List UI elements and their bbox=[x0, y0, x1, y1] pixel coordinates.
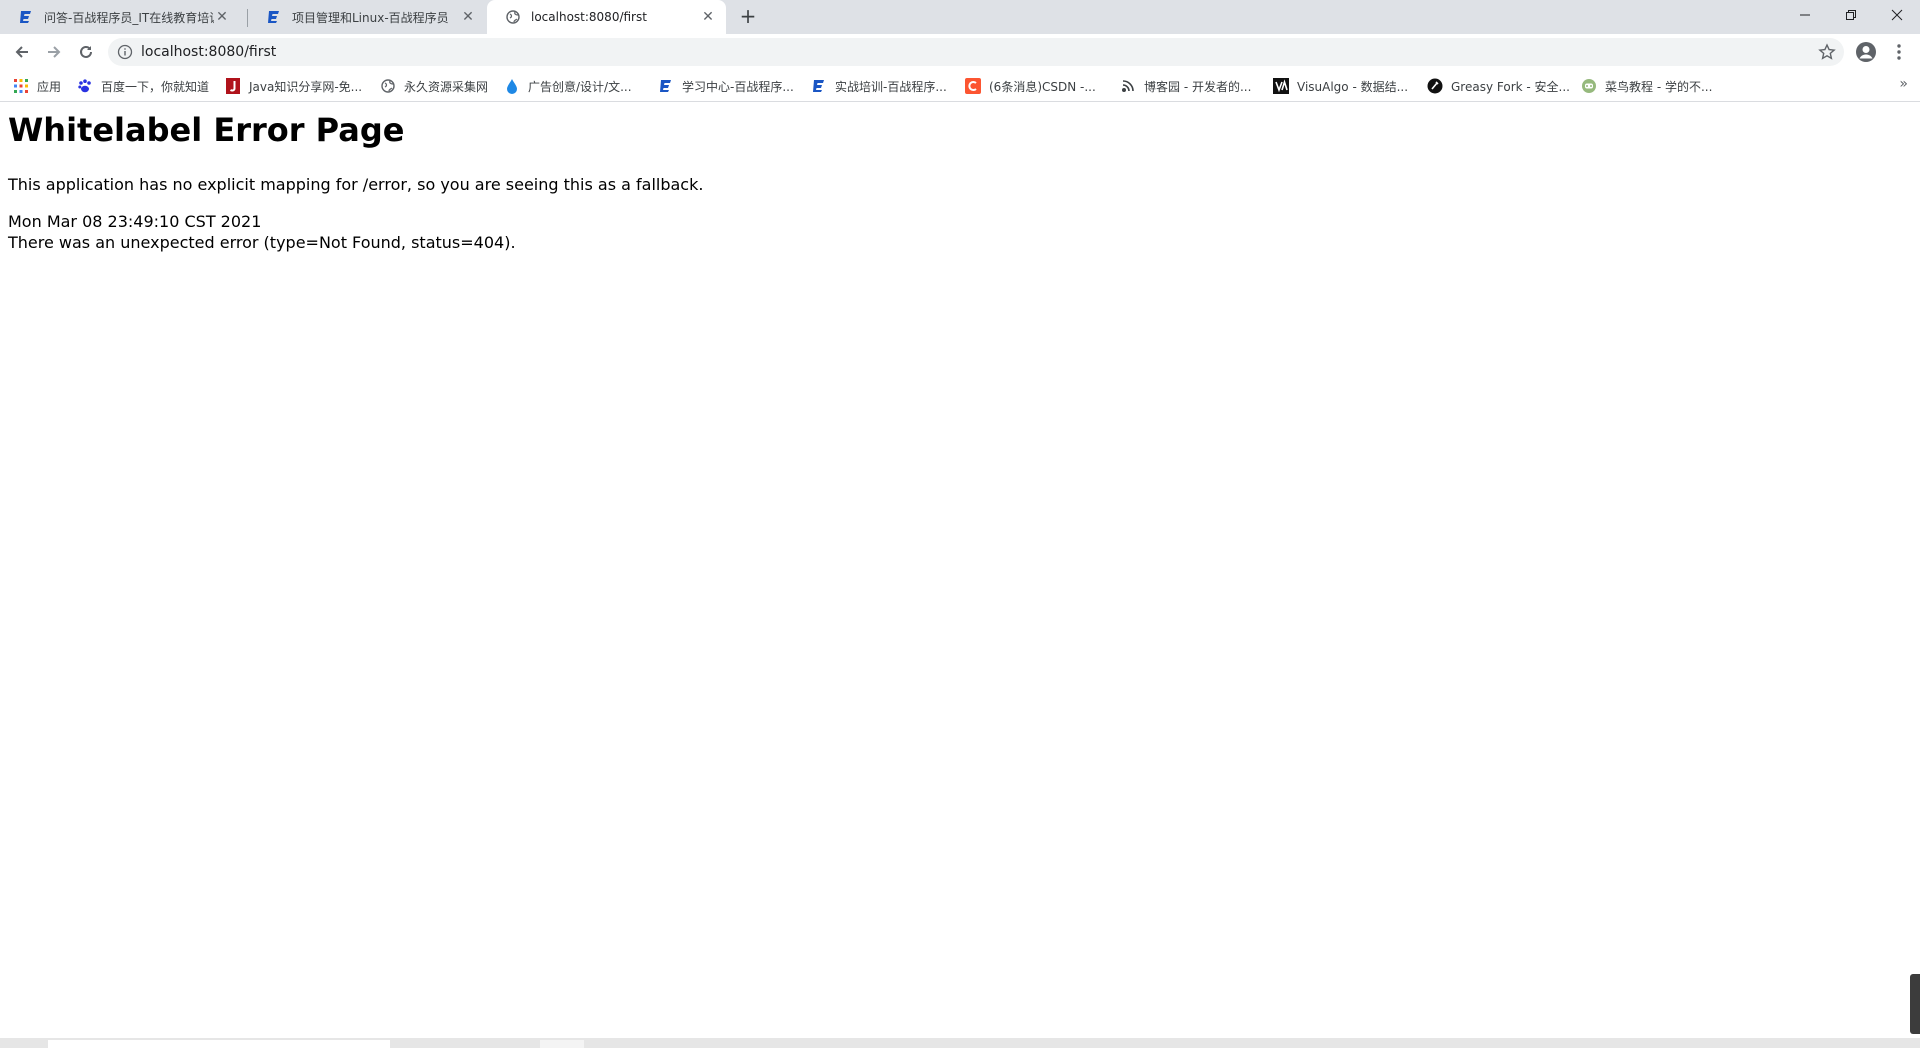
baizhan-icon bbox=[658, 78, 674, 94]
reload-button[interactable] bbox=[72, 38, 100, 66]
fallback-message: This application has no explicit mapping… bbox=[8, 175, 704, 194]
csdn-c-icon bbox=[965, 78, 981, 94]
close-icon[interactable]: ✕ bbox=[214, 9, 230, 25]
bookmark-study-center[interactable]: 学习中心-百战程序... bbox=[658, 76, 794, 96]
profile-button[interactable] bbox=[1853, 39, 1879, 65]
bookmarks-bar: 应用 百度一下，你就知道 Java知识分享网-免... 永久资源采集网 广告创意… bbox=[0, 70, 1920, 102]
baizhan-icon bbox=[811, 78, 827, 94]
bookmark-label: Java知识分享网-免... bbox=[249, 79, 363, 94]
bookmark-label: VisuAlgo - 数据结... bbox=[1297, 79, 1409, 94]
visualgo-icon bbox=[1273, 78, 1289, 94]
error-details: Mon Mar 08 23:49:10 CST 2021 There was a… bbox=[8, 211, 516, 253]
forward-button[interactable] bbox=[40, 38, 68, 66]
java-j-icon bbox=[225, 78, 241, 94]
back-arrow-icon bbox=[15, 46, 28, 58]
error-message: There was an unexpected error (type=Not … bbox=[8, 233, 516, 252]
tab-title: 项目管理和Linux-百战程序员 bbox=[292, 10, 449, 25]
bookmarks-overflow-button[interactable]: » bbox=[1899, 76, 1908, 92]
bookmark-label: 菜鸟教程 - 学的不... bbox=[1605, 79, 1713, 94]
bookmark-label: 百度一下，你就知道 bbox=[101, 79, 210, 94]
globe-icon bbox=[505, 9, 521, 25]
baidu-paw-icon bbox=[77, 78, 93, 94]
bookmark-label: 应用 bbox=[37, 79, 62, 94]
bottom-segment bbox=[540, 1040, 584, 1048]
tab-project-linux[interactable]: 项目管理和Linux-百战程序员 ✕ bbox=[248, 0, 486, 34]
side-widget[interactable] bbox=[1910, 974, 1920, 1034]
cnblogs-icon bbox=[1120, 78, 1136, 94]
bookmark-csdn[interactable]: (6条消息)CSDN -... bbox=[965, 76, 1096, 96]
bookmark-baidu[interactable]: 百度一下，你就知道 bbox=[77, 76, 209, 96]
greasyfork-icon bbox=[1427, 78, 1443, 94]
close-icon[interactable]: ✕ bbox=[700, 9, 716, 25]
forward-arrow-icon bbox=[48, 46, 61, 58]
tab-title: localhost:8080/first bbox=[531, 10, 647, 24]
bookmark-label: 博客园 - 开发者的... bbox=[1144, 79, 1252, 94]
bookmark-resource[interactable]: 永久资源采集网 bbox=[380, 76, 488, 96]
kebab-menu-icon bbox=[1897, 44, 1901, 60]
window-close-icon bbox=[1891, 9, 1903, 21]
baizhan-icon bbox=[18, 9, 34, 25]
restore-button[interactable] bbox=[1828, 0, 1874, 30]
info-icon[interactable] bbox=[117, 44, 133, 60]
bookmark-visualgo[interactable]: VisuAlgo - 数据结... bbox=[1273, 76, 1408, 96]
bookmark-java-share[interactable]: Java知识分享网-免... bbox=[225, 76, 362, 96]
back-button[interactable] bbox=[8, 38, 36, 66]
reload-icon bbox=[80, 45, 92, 58]
browser-toolbar: localhost:8080/first bbox=[0, 34, 1920, 70]
page-title: Whitelabel Error Page bbox=[8, 111, 405, 149]
url-text[interactable]: localhost:8080/first bbox=[141, 38, 276, 66]
bookmark-star-icon[interactable] bbox=[1818, 43, 1836, 61]
bookmark-label: Greasy Fork - 安全... bbox=[1451, 79, 1570, 94]
account-icon bbox=[1856, 42, 1876, 62]
restore-icon bbox=[1846, 10, 1856, 20]
globe-icon bbox=[380, 78, 396, 94]
address-bar[interactable]: localhost:8080/first bbox=[108, 38, 1844, 66]
bookmark-ad-creative[interactable]: 广告创意/设计/文... bbox=[504, 76, 632, 96]
close-icon[interactable]: ✕ bbox=[460, 9, 476, 25]
minimize-icon bbox=[1800, 14, 1810, 16]
bookmark-label: 广告创意/设计/文... bbox=[528, 79, 632, 94]
runoob-icon bbox=[1581, 78, 1597, 94]
bottom-segment bbox=[48, 1040, 390, 1048]
tab-title: 问答-百战程序员_IT在线教育培训 bbox=[44, 10, 214, 25]
tab-strip: 问答-百战程序员_IT在线教育培训 ✕ 项目管理和Linux-百战程序员 ✕ l… bbox=[0, 0, 1920, 34]
bookmark-apps[interactable]: 应用 bbox=[13, 76, 61, 96]
bookmark-label: 学习中心-百战程序... bbox=[682, 79, 794, 94]
bookmark-practical-training[interactable]: 实战培训-百战程序... bbox=[811, 76, 947, 96]
apps-grid-icon bbox=[13, 78, 29, 94]
tab-localhost[interactable]: localhost:8080/first ✕ bbox=[487, 0, 726, 34]
bookmark-label: 永久资源采集网 bbox=[404, 79, 489, 94]
error-timestamp: Mon Mar 08 23:49:10 CST 2021 bbox=[8, 212, 262, 231]
page-content: Whitelabel Error Page This application h… bbox=[0, 103, 1920, 1038]
new-tab-button[interactable]: + bbox=[736, 5, 760, 29]
tab-qa[interactable]: 问答-百战程序员_IT在线教育培训 ✕ bbox=[0, 0, 240, 34]
bookmark-runoob[interactable]: 菜鸟教程 - 学的不... bbox=[1581, 76, 1712, 96]
bookmark-cnblogs[interactable]: 博客园 - 开发者的... bbox=[1120, 76, 1251, 96]
bookmark-label: (6条消息)CSDN -... bbox=[989, 79, 1096, 94]
browser-menu-button[interactable] bbox=[1886, 39, 1912, 65]
bookmark-greasyfork[interactable]: Greasy Fork - 安全... bbox=[1427, 76, 1570, 96]
window-close-button[interactable] bbox=[1874, 0, 1920, 30]
drop-icon bbox=[504, 78, 520, 94]
minimize-button[interactable] bbox=[1782, 0, 1828, 30]
baizhan-icon bbox=[266, 9, 282, 25]
bottom-strip bbox=[0, 1038, 1920, 1048]
bookmark-label: 实战培训-百战程序... bbox=[835, 79, 947, 94]
